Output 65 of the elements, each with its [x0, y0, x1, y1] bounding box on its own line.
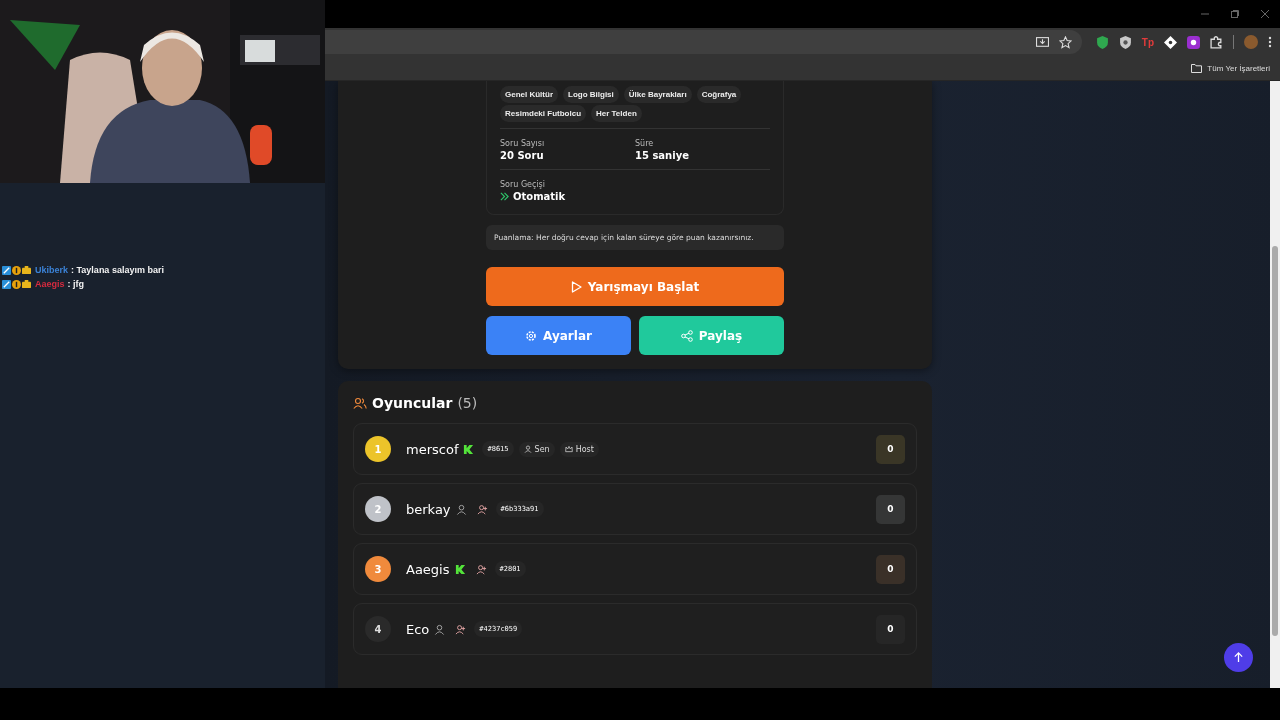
folder-icon — [1191, 63, 1203, 73]
app-icon[interactable] — [1187, 35, 1200, 49]
scrollbar[interactable] — [1270, 81, 1280, 688]
stat-value: 15 saniye — [635, 150, 690, 161]
chat-message: : jfg — [67, 279, 84, 289]
share-button[interactable]: Paylaş — [639, 316, 784, 355]
badge-icon — [2, 279, 11, 289]
score-box: 0 — [876, 434, 905, 464]
install-icon[interactable] — [1035, 35, 1049, 49]
section-title: Oyuncular — [372, 395, 453, 411]
stat-value: Otomatik — [513, 191, 566, 202]
add-friend-icon[interactable] — [475, 563, 487, 575]
chat-username: Aaegis — [35, 279, 65, 289]
menu-icon[interactable] — [1268, 36, 1272, 48]
settings-icon — [525, 329, 538, 342]
player-count: (5) — [457, 395, 478, 411]
category-chip: Genel Kültür — [500, 86, 558, 103]
score-box: 0 — [876, 614, 905, 644]
star-icon[interactable] — [1058, 35, 1072, 49]
badge-icon — [2, 265, 11, 275]
chat-username: Ukiberk — [35, 265, 69, 275]
restore-icon[interactable] — [1230, 9, 1240, 19]
rank-badge: 2 — [365, 496, 391, 522]
rank-badge: 4 — [365, 616, 391, 642]
shield-icon[interactable] — [1118, 35, 1132, 49]
close-icon[interactable] — [1260, 9, 1270, 19]
all-bookmarks-button[interactable]: Tüm Yer İşaretleri — [1191, 63, 1270, 73]
badge-icon — [22, 279, 31, 289]
rank-badge: 3 — [365, 556, 391, 582]
stat-label: Soru Geçişi — [500, 180, 546, 189]
stat-label: Soru Sayısı — [500, 139, 546, 148]
stat-value: 20 Soru — [500, 150, 545, 161]
score-box: 0 — [876, 554, 905, 584]
extension-icon[interactable]: Tp — [1141, 36, 1154, 48]
add-friend-icon[interactable] — [455, 623, 467, 635]
start-button[interactable]: Yarışmayı Başlat — [486, 267, 784, 306]
rank-badge: 1 — [365, 436, 391, 462]
player-name: Aaegis — [406, 561, 450, 577]
add-friend-icon[interactable] — [476, 503, 488, 515]
player-name: merscof — [406, 441, 459, 457]
extensions-icon[interactable] — [1210, 35, 1223, 49]
stat-label: Süre — [635, 139, 655, 148]
chat-message: : Taylana salayım bari — [71, 265, 164, 275]
arrow-up-icon — [1233, 652, 1244, 663]
category-chip: Logo Bilgisi — [563, 86, 619, 103]
category-chip: Her Telden — [591, 105, 642, 122]
settings-button[interactable]: Ayarlar — [486, 316, 631, 355]
player-name: berkay — [406, 501, 451, 517]
you-badge: Sen — [518, 441, 555, 457]
shield-icon[interactable] — [1095, 35, 1109, 49]
category-chip: Ülke Bayrakları — [623, 86, 692, 103]
users-icon — [353, 397, 367, 409]
score-box: 0 — [876, 494, 905, 524]
category-chip: Resimdeki Futbolcu — [500, 105, 586, 122]
badge-icon — [12, 279, 21, 289]
scroll-top-button[interactable] — [1224, 643, 1253, 672]
badge-icon — [22, 265, 31, 275]
play-icon — [570, 280, 582, 293]
diamond-icon[interactable] — [1164, 35, 1177, 49]
host-badge: Host — [559, 441, 599, 457]
double-chevron-icon — [500, 192, 509, 201]
player-name: Eco — [406, 621, 430, 637]
badge-icon — [12, 265, 21, 275]
share-icon — [680, 329, 693, 342]
category-chip: Coğrafya — [696, 86, 742, 103]
